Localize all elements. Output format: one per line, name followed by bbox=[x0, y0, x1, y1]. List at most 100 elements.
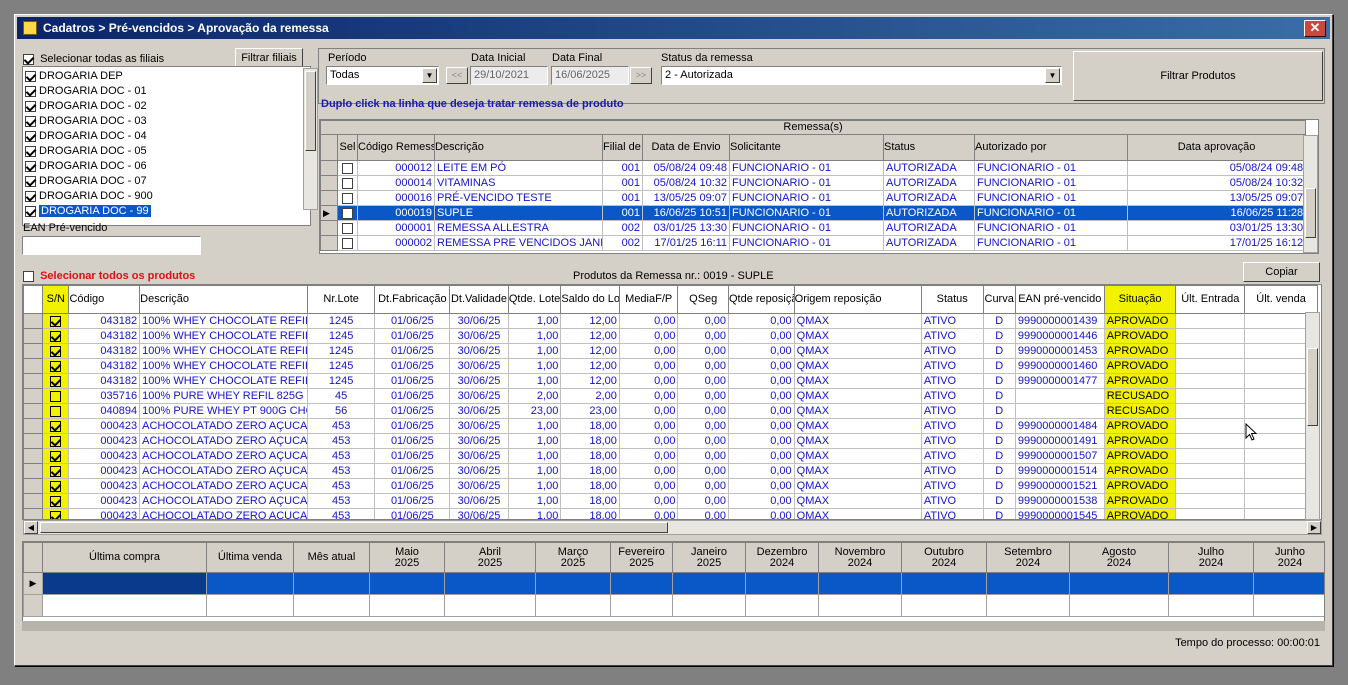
produto-row[interactable]: 043182 100% WHEY CHOCOLATE REFIL 1245 01/06… bbox=[23, 358, 1318, 374]
remessa-grid-scrollbar[interactable] bbox=[1303, 135, 1318, 253]
remessa-row[interactable]: 000002 REMESSA PRE VENCIDOS JANE 002 17/01/… bbox=[320, 235, 1307, 251]
produto-sn-cell[interactable] bbox=[42, 433, 70, 449]
remessa-col-header[interactable]: Autorizado por bbox=[974, 134, 1128, 161]
produtos-col-header[interactable]: Nr.Lote bbox=[306, 285, 376, 314]
produto-sn-cell[interactable] bbox=[42, 448, 70, 464]
produto-sn-checkbox[interactable] bbox=[50, 315, 62, 327]
filial-item[interactable]: DROGARIA DOC - 07 bbox=[25, 174, 300, 189]
data-final-input[interactable]: 16/06/2025 bbox=[551, 66, 629, 85]
produto-sn-checkbox[interactable] bbox=[50, 390, 62, 402]
remessa-sel-checkbox[interactable] bbox=[342, 177, 353, 189]
produto-row[interactable]: 000423 ACHOCOLATADO ZERO AÇUCAR 453 01/06/2… bbox=[23, 493, 1318, 509]
close-button[interactable]: ✕ bbox=[1304, 20, 1326, 37]
select-all-produtos-checkbox[interactable] bbox=[23, 270, 34, 282]
historico-col-header[interactable]: Mês atual bbox=[293, 542, 370, 573]
produtos-col-header[interactable]: Origem reposição bbox=[793, 285, 922, 314]
produtos-col-header[interactable]: Situação bbox=[1103, 285, 1177, 314]
filial-checkbox[interactable] bbox=[25, 85, 36, 97]
produto-sn-checkbox[interactable] bbox=[50, 360, 62, 372]
filial-list[interactable]: DROGARIA DEP DROGARIA DOC - 01 DROGARIA DO… bbox=[22, 66, 311, 226]
historico-col-header[interactable]: Dezembro 2024 bbox=[745, 542, 819, 573]
produto-sn-cell[interactable] bbox=[42, 313, 70, 329]
historico-col-header[interactable]: Agosto 2024 bbox=[1069, 542, 1169, 573]
remessa-sel-checkbox[interactable] bbox=[342, 237, 353, 249]
historico-col-header[interactable]: Outubro 2024 bbox=[901, 542, 987, 573]
status-remessa-select[interactable]: 2 - Autorizada ▼ bbox=[661, 66, 1062, 85]
remessa-row[interactable]: 000012 LEITE EM PÓ 001 05/08/24 09:48 FUNCIO… bbox=[320, 160, 1307, 176]
remessa-grid[interactable]: Remessa(s) Sel Código Remessa Descrição Fil… bbox=[319, 119, 1319, 254]
historico-col-header[interactable]: Maio 2025 bbox=[369, 542, 445, 573]
produto-sn-cell[interactable] bbox=[42, 463, 70, 479]
produto-sn-checkbox[interactable] bbox=[50, 465, 62, 477]
remessa-sel-checkbox[interactable] bbox=[342, 162, 353, 174]
remessa-col-header[interactable]: Filial de Envio bbox=[602, 134, 643, 161]
remessa-sel-cell[interactable] bbox=[337, 220, 358, 236]
remessa-col-header[interactable]: Data de Envio bbox=[642, 134, 730, 161]
remessa-row[interactable]: 000014 VITAMINAS 001 05/08/24 10:32 FUNCIONA… bbox=[320, 175, 1307, 191]
produtos-col-header[interactable]: EAN pré-vencido bbox=[1014, 285, 1105, 314]
produto-sn-checkbox[interactable] bbox=[50, 345, 62, 357]
filial-checkbox[interactable] bbox=[25, 100, 36, 112]
produtos-col-header[interactable]: Últ. Entrada bbox=[1175, 285, 1246, 314]
filial-checkbox[interactable] bbox=[25, 205, 36, 217]
produto-row[interactable]: 035716 100% PURE WHEY REFIL 825G C 45 01/06… bbox=[23, 388, 1318, 404]
produto-row[interactable]: 000423 ACHOCOLATADO ZERO AÇUCAR 453 01/06/2… bbox=[23, 463, 1318, 479]
produtos-vscroll[interactable] bbox=[1305, 312, 1320, 520]
next-period-button[interactable]: >> bbox=[630, 67, 652, 84]
filial-checkbox[interactable] bbox=[25, 175, 36, 187]
produtos-col-header[interactable]: MediaF/P bbox=[618, 285, 679, 314]
produto-sn-checkbox[interactable] bbox=[50, 495, 62, 507]
produtos-col-header[interactable]: Curva bbox=[982, 285, 1016, 314]
historico-col-header[interactable]: Abril 2025 bbox=[444, 542, 536, 573]
remessa-sel-checkbox[interactable] bbox=[342, 222, 353, 234]
produto-sn-cell[interactable] bbox=[42, 373, 70, 389]
produto-sn-checkbox[interactable] bbox=[50, 480, 62, 492]
produtos-col-header[interactable]: Descrição bbox=[139, 285, 308, 314]
historico-scrollbar[interactable] bbox=[22, 621, 1325, 631]
produtos-col-header[interactable]: Últ. venda bbox=[1244, 285, 1318, 314]
historico-col-header[interactable]: Julho 2024 bbox=[1168, 542, 1254, 573]
produto-sn-cell[interactable] bbox=[42, 493, 70, 509]
remessa-sel-cell[interactable] bbox=[337, 235, 358, 251]
filtrar-produtos-button[interactable]: Filtrar Produtos bbox=[1073, 51, 1323, 101]
remessa-sel-cell[interactable] bbox=[337, 160, 358, 176]
produto-row[interactable]: 043182 100% WHEY CHOCOLATE REFIL 1245 01/06… bbox=[23, 313, 1318, 329]
produtos-col-header[interactable]: Dt.Fabricação bbox=[374, 285, 451, 314]
ean-pre-vencido-input[interactable] bbox=[22, 236, 201, 255]
filial-item[interactable]: DROGARIA DOC - 04 bbox=[25, 129, 300, 144]
select-all-filiais-checkbox[interactable] bbox=[23, 53, 34, 65]
filial-item[interactable]: DROGARIA DOC - 01 bbox=[25, 84, 300, 99]
remessa-col-header[interactable]: Sel bbox=[337, 134, 358, 161]
produto-sn-cell[interactable] bbox=[42, 358, 70, 374]
produto-sn-checkbox[interactable] bbox=[50, 450, 62, 462]
produto-sn-checkbox[interactable] bbox=[50, 375, 62, 387]
select-all-filiais[interactable]: Selecionar todas as filiais bbox=[23, 53, 164, 65]
produto-row[interactable]: 000423 ACHOCOLATADO ZERO AÇUCAR 453 01/06/2… bbox=[23, 478, 1318, 494]
produto-sn-checkbox[interactable] bbox=[50, 510, 62, 519]
filial-checkbox[interactable] bbox=[25, 160, 36, 172]
filial-checkbox[interactable] bbox=[25, 70, 36, 82]
produto-sn-cell[interactable] bbox=[42, 478, 70, 494]
produto-sn-checkbox[interactable] bbox=[50, 435, 62, 447]
select-all-produtos[interactable]: Selecionar todos os produtos bbox=[23, 270, 195, 282]
filial-item[interactable]: DROGARIA DOC - 02 bbox=[25, 99, 300, 114]
remessa-sel-checkbox[interactable] bbox=[342, 207, 353, 219]
filial-checkbox[interactable] bbox=[25, 145, 36, 157]
historico-col-header[interactable]: Última venda bbox=[206, 542, 294, 573]
remessa-row[interactable]: 000016 PRÉ-VENCIDO TESTE 001 13/05/25 09:07… bbox=[320, 190, 1307, 206]
historico-col-header[interactable]: Janeiro 2025 bbox=[672, 542, 746, 573]
historico-col-header[interactable]: Última compra bbox=[42, 542, 207, 573]
historico-col-header[interactable]: Novembro 2024 bbox=[818, 542, 902, 573]
produto-row[interactable]: 043182 100% WHEY CHOCOLATE REFIL 1245 01/06… bbox=[23, 343, 1318, 359]
filial-checkbox[interactable] bbox=[25, 130, 36, 142]
produto-row[interactable]: 000423 ACHOCOLATADO ZERO AÇUCAR 453 01/06/2… bbox=[23, 448, 1318, 464]
remessa-sel-checkbox[interactable] bbox=[342, 192, 353, 204]
data-inicial-input[interactable]: 29/10/2021 bbox=[470, 66, 548, 85]
produto-sn-checkbox[interactable] bbox=[50, 405, 62, 417]
remessa-sel-cell[interactable] bbox=[337, 175, 358, 191]
filial-item[interactable]: DROGARIA DOC - 99 bbox=[25, 204, 300, 219]
produto-row[interactable]: 000423 ACHOCOLATADO ZERO AÇUCAR 453 01/06/2… bbox=[23, 508, 1318, 519]
produtos-grid[interactable]: S/N Código Descrição Nr.Lote Dt.Fabricação Dt… bbox=[22, 284, 1322, 520]
filial-checkbox[interactable] bbox=[25, 190, 36, 202]
prev-period-button[interactable]: << bbox=[446, 67, 468, 84]
